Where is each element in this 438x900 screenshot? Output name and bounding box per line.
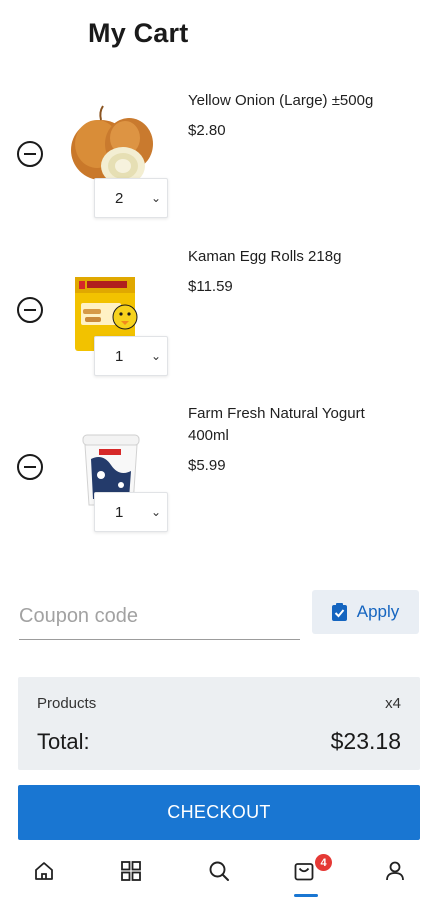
chevron-down-icon: ⌄ <box>151 505 162 519</box>
remove-item-button[interactable] <box>17 297 43 323</box>
remove-item-button[interactable] <box>17 141 43 167</box>
quantity-select[interactable]: 1 ⌄ <box>94 492 168 532</box>
bottom-nav: 4 <box>0 848 438 900</box>
nav-search[interactable] <box>199 860 239 890</box>
minus-icon <box>24 308 36 312</box>
cart-icon <box>294 863 314 881</box>
products-label: Products <box>37 695 97 712</box>
grid-icon <box>121 861 141 881</box>
apply-label: Apply <box>356 602 400 621</box>
remove-item-button[interactable] <box>17 454 43 480</box>
item-name: Farm Fresh Natural Yogurt 400ml <box>188 405 365 444</box>
quantity-value: 1 <box>115 503 124 521</box>
nav-categories[interactable] <box>111 860 151 890</box>
apply-coupon-button[interactable]: Apply <box>312 590 419 634</box>
item-price: $5.99 <box>188 457 226 474</box>
cart-item: 1 ⌄ Kaman Egg Rolls 218g $11.59 <box>0 244 438 394</box>
checkout-button[interactable]: CHECKOUT <box>18 785 420 840</box>
quantity-value: 2 <box>115 189 124 207</box>
minus-icon <box>24 465 36 469</box>
search-icon <box>209 861 229 881</box>
profile-icon <box>386 861 404 881</box>
coupon-input[interactable] <box>19 590 300 640</box>
item-price: $11.59 <box>188 278 233 295</box>
item-name: Yellow Onion (Large) ±500g <box>188 92 374 109</box>
clipboard-check-icon <box>331 603 347 621</box>
products-count: x4 <box>385 695 401 712</box>
order-summary: Products x4 Total: $23.18 <box>18 677 420 770</box>
cart-item: 1 ⌄ Farm Fresh Natural Yogurt 400ml $5.9… <box>0 402 438 552</box>
quantity-select[interactable]: 2 ⌄ <box>94 178 168 218</box>
nav-home[interactable] <box>24 860 64 890</box>
active-tab-indicator <box>294 894 318 897</box>
chevron-down-icon: ⌄ <box>151 349 162 363</box>
item-price: $2.80 <box>188 122 226 139</box>
minus-icon <box>24 152 36 156</box>
nav-profile[interactable] <box>375 860 415 890</box>
item-name: Kaman Egg Rolls 218g <box>188 248 342 265</box>
chevron-down-icon: ⌄ <box>151 191 162 205</box>
cart-badge: 4 <box>315 854 332 871</box>
quantity-select[interactable]: 1 ⌄ <box>94 336 168 376</box>
cart-item: 2 ⌄ Yellow Onion (Large) ±500g $2.80 <box>0 86 438 236</box>
total-value: $23.18 <box>330 728 401 754</box>
nav-cart[interactable]: 4 <box>284 854 332 890</box>
home-icon <box>35 862 53 880</box>
total-label: Total: <box>37 729 90 754</box>
page-title: My Cart <box>88 18 189 48</box>
quantity-value: 1 <box>115 347 124 365</box>
